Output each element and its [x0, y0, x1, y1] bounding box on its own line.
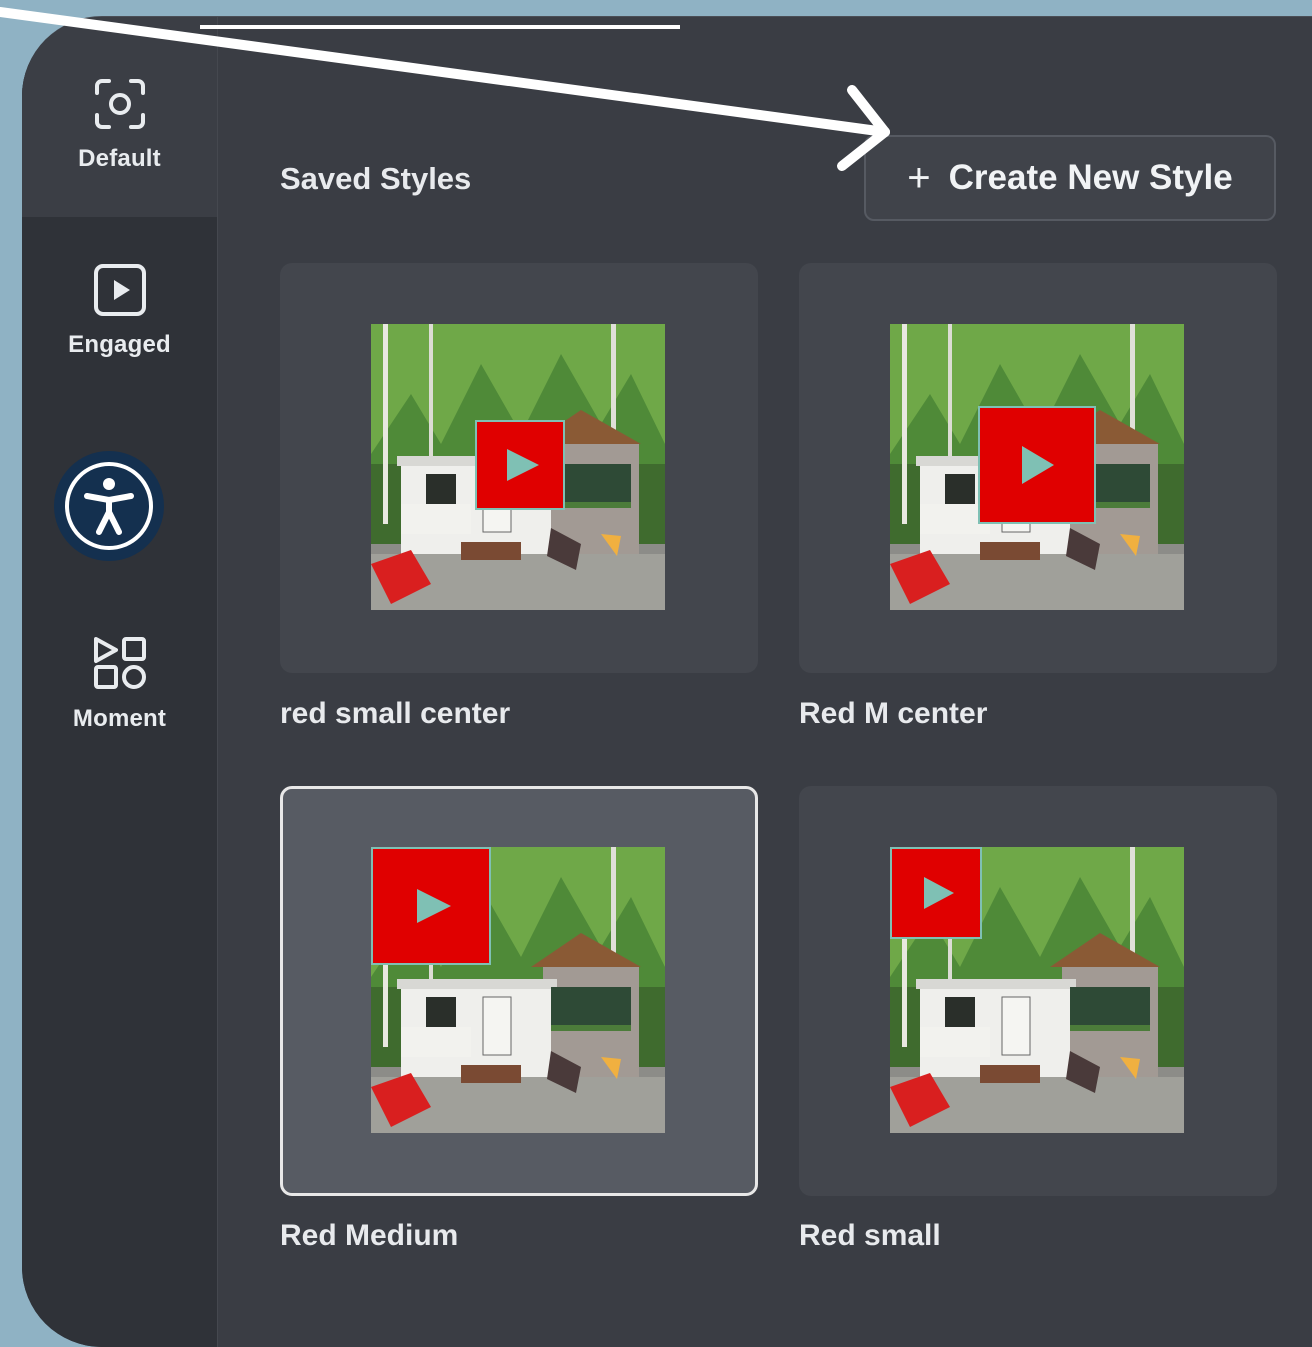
shapes-grid-icon [93, 637, 146, 689]
play-icon [1022, 446, 1054, 484]
play-button-overlay [475, 420, 565, 510]
create-button-label: Create New Style [948, 158, 1233, 197]
play-icon [924, 877, 954, 909]
accessibility-button[interactable] [54, 451, 164, 561]
play-icon [507, 449, 539, 481]
style-card-red-medium[interactable] [280, 786, 758, 1196]
style-thumbnail [371, 324, 665, 610]
style-card-red-small-center[interactable] [280, 263, 758, 673]
accessibility-ring [65, 462, 153, 550]
style-name: Red M center [799, 697, 988, 730]
style-name: Red Medium [280, 1219, 459, 1252]
sidebar-item-label: Engaged [68, 331, 171, 358]
sidebar-item-label: Moment [72, 705, 167, 732]
sidebar-item-label: Default [78, 145, 161, 172]
play-button-overlay [890, 847, 982, 939]
sidebar-item-engaged[interactable]: Engaged [22, 263, 217, 453]
style-thumbnail [890, 847, 1184, 1133]
style-card-red-small[interactable] [799, 786, 1277, 1196]
style-thumbnail [371, 847, 665, 1133]
play-icon [417, 889, 451, 923]
sidebar-item-moment[interactable]: Moment [22, 635, 217, 825]
sidebar: Default Engaged Moment [22, 17, 218, 1347]
play-square-icon [93, 264, 146, 316]
style-name: Red small [799, 1219, 941, 1252]
play-button-overlay [371, 847, 491, 965]
page-title: Saved Styles [280, 161, 472, 196]
style-card-red-m-center[interactable] [799, 263, 1277, 673]
style-name: red small center [280, 697, 511, 730]
sidebar-item-default[interactable]: Default [22, 17, 217, 217]
app-window: Default Engaged Moment Saved Styles + Cr… [22, 16, 1312, 1347]
main-content: Saved Styles + Create New Style red smal… [218, 17, 1312, 1347]
focus-frame-icon [94, 79, 145, 129]
style-thumbnail [890, 324, 1184, 610]
plus-icon: + [907, 156, 931, 200]
create-new-style-button[interactable]: + Create New Style [864, 135, 1276, 221]
play-button-overlay [978, 406, 1096, 524]
accessibility-icon [84, 478, 134, 535]
